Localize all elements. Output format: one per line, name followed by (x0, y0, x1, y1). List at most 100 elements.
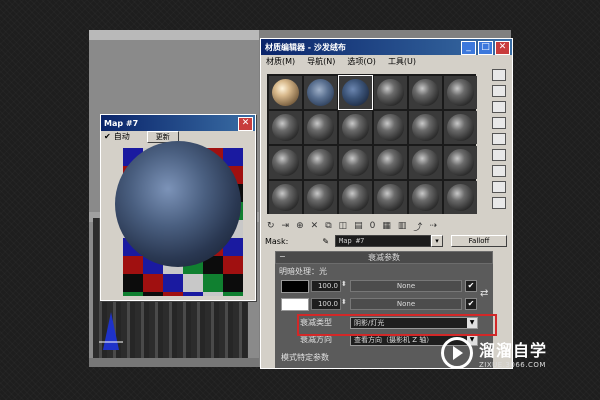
side-toolbar (490, 69, 508, 215)
menu-options[interactable]: 选项(O) (347, 56, 376, 67)
put-to-library-icon[interactable]: ▤ (354, 221, 363, 231)
map-name-dropdown-icon[interactable]: ▾ (431, 235, 444, 247)
checker-cell (123, 274, 143, 292)
collapse-icon[interactable]: − (279, 252, 286, 261)
material-slot[interactable] (304, 76, 337, 109)
material-editor-title: 材质编辑器 - 沙发绒布 (265, 42, 346, 52)
material-sample-slots[interactable] (267, 74, 477, 214)
auto-check-icon[interactable]: ✔ (104, 132, 111, 141)
menu-tools[interactable]: 工具(U) (388, 56, 416, 67)
material-sphere (377, 184, 404, 211)
video-color-check-icon[interactable] (492, 133, 506, 145)
menu-material[interactable]: 材质(M) (266, 56, 295, 67)
viewport-toolbar-strip (89, 30, 259, 40)
show-end-result-icon[interactable]: ▥ (398, 221, 407, 231)
make-unique-icon[interactable]: ◫ (339, 221, 348, 231)
material-slot[interactable] (444, 146, 477, 179)
go-to-parent-icon[interactable]: ⤴ (413, 220, 422, 233)
material-sphere (447, 149, 474, 176)
get-material-icon[interactable]: ↻ (267, 221, 275, 231)
map-name-value: Map #7 (339, 237, 365, 245)
material-slot[interactable] (374, 76, 407, 109)
map-type-button[interactable]: Falloff (451, 235, 508, 247)
material-slot[interactable] (444, 181, 477, 214)
maximize-icon[interactable]: □ (478, 41, 493, 55)
checker-cell (123, 292, 143, 296)
go-forward-icon[interactable]: ⇢ (429, 221, 437, 231)
eyedropper-icon[interactable]: ✎ (322, 237, 329, 246)
menu-navigation[interactable]: 导航(N) (307, 56, 335, 67)
checker-cell (163, 292, 183, 296)
checker-cell (223, 256, 243, 274)
side-map-checkbox[interactable]: ✔ (465, 298, 477, 310)
front-amount-spinner[interactable]: 100.0 (311, 280, 341, 292)
material-slot[interactable] (304, 181, 337, 214)
material-slot[interactable] (339, 146, 372, 179)
swap-colors-icon[interactable]: ⇄ (480, 288, 488, 299)
material-map-navigator-icon[interactable] (492, 197, 506, 209)
map-name-field[interactable]: Map #7 (335, 235, 432, 247)
material-slot[interactable] (338, 75, 373, 110)
spinner-arrows-icon[interactable]: ⬍ (341, 280, 347, 288)
mode-specific-label: 模式特定参数 (281, 353, 329, 362)
material-slot[interactable] (409, 146, 442, 179)
material-slot[interactable] (339, 111, 372, 144)
material-slot[interactable] (339, 181, 372, 214)
material-slot[interactable] (374, 181, 407, 214)
material-slot[interactable] (444, 111, 477, 144)
material-slot[interactable] (409, 76, 442, 109)
sample-type-icon[interactable] (492, 69, 506, 81)
minimize-icon[interactable]: _ (461, 41, 476, 55)
put-to-scene-icon[interactable]: ⇥ (282, 221, 290, 231)
close-icon[interactable]: ✕ (495, 41, 510, 55)
front-color-swatch[interactable] (281, 280, 309, 293)
map-preview-sphere (115, 141, 241, 267)
side-map-button[interactable]: None (350, 298, 462, 310)
map-preview-window[interactable]: Map #7 ✕ ✔ 自动 更新 (100, 114, 256, 301)
material-slot[interactable] (269, 111, 302, 144)
axis-gizmo-icon (99, 312, 123, 350)
material-sphere (377, 79, 404, 106)
assign-material-icon[interactable]: ⊕ (296, 221, 304, 231)
checker-cell (143, 274, 163, 292)
material-slot[interactable] (444, 76, 477, 109)
material-slot[interactable] (269, 76, 302, 109)
backlight-icon[interactable] (492, 85, 506, 97)
rollout-title: 衰减参数 (368, 253, 400, 262)
material-slot[interactable] (409, 181, 442, 214)
material-slot[interactable] (269, 181, 302, 214)
material-slot[interactable] (304, 146, 337, 179)
show-map-icon[interactable]: ▦ (382, 221, 391, 231)
checker-cell (163, 274, 183, 292)
uv-tiling-icon[interactable] (492, 117, 506, 129)
select-by-material-icon[interactable] (492, 181, 506, 193)
side-color-swatch[interactable] (281, 298, 309, 311)
material-slot[interactable] (374, 146, 407, 179)
front-map-checkbox[interactable]: ✔ (465, 280, 477, 292)
front-map-button[interactable]: None (350, 280, 462, 292)
material-sphere (307, 79, 334, 106)
rollout-header[interactable]: − 衰减参数 (275, 251, 493, 264)
map-window-titlebar[interactable]: Map #7 (101, 115, 255, 131)
close-icon[interactable]: ✕ (238, 117, 253, 131)
material-sphere (412, 79, 439, 106)
material-sphere (377, 114, 404, 141)
reset-icon[interactable]: ✕ (311, 221, 319, 231)
background-icon[interactable] (492, 101, 506, 113)
watermark: 溜溜自学 ZIXUE.3066.COM (441, 317, 569, 389)
material-slot[interactable] (374, 111, 407, 144)
make-preview-icon[interactable] (492, 149, 506, 161)
material-slot[interactable] (269, 146, 302, 179)
side-amount-spinner[interactable]: 100.0 (311, 298, 341, 310)
material-id-icon[interactable]: 0 (370, 221, 376, 231)
make-copy-icon[interactable]: ⧉ (325, 221, 331, 231)
material-slot[interactable] (304, 111, 337, 144)
options-icon[interactable] (492, 165, 506, 177)
material-sphere (412, 184, 439, 211)
mask-label: Mask: (265, 236, 289, 246)
spinner-arrows-icon[interactable]: ⬍ (341, 298, 347, 306)
window-buttons: _ □ ✕ (461, 41, 510, 55)
menu-bar: 材质(M) 导航(N) 选项(O) 工具(U) (261, 55, 512, 67)
material-slot[interactable] (409, 111, 442, 144)
material-sphere (342, 149, 369, 176)
